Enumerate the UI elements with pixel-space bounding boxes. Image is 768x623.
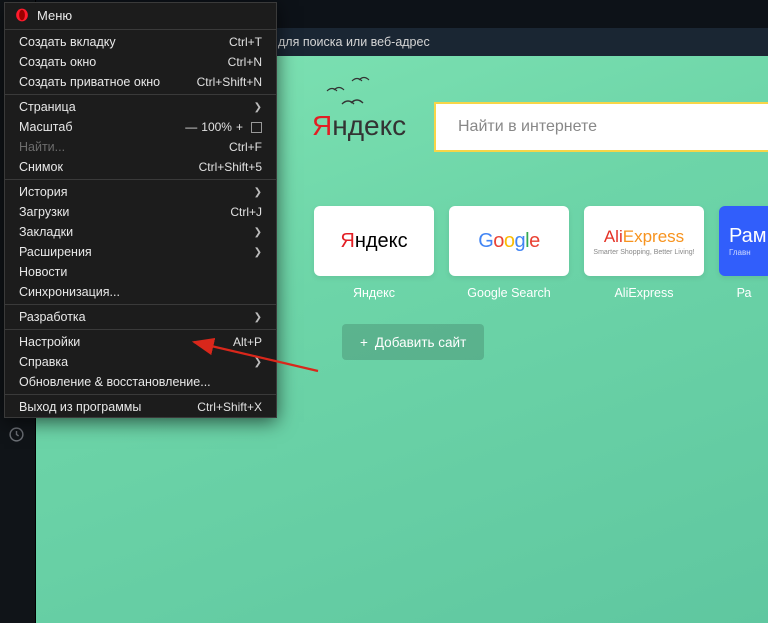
chevron-right-icon: ❯ <box>254 227 262 238</box>
tile-rambler[interactable]: Рам Главн Ра <box>719 206 768 300</box>
tile-label: Google Search <box>467 286 550 300</box>
add-site-label: Добавить сайт <box>375 335 466 350</box>
speed-dial-tiles: Яндекс Яндекс Google Google Search AliEx… <box>314 206 768 300</box>
tile-google[interactable]: Google Google Search <box>449 206 569 300</box>
menu-item-создать-приватное-окно[interactable]: Создать приватное окноCtrl+Shift+N <box>5 72 276 92</box>
tile-aliexpress[interactable]: AliExpress Smarter Shopping, Better Livi… <box>584 206 704 300</box>
yandex-logo: Яндекс <box>312 110 406 142</box>
menu-header: Меню <box>5 3 276 27</box>
fullscreen-icon <box>251 122 262 133</box>
opera-icon <box>15 8 29 22</box>
chevron-right-icon: ❯ <box>254 187 262 198</box>
tile-label: Яндекс <box>353 286 395 300</box>
history-clock-icon[interactable] <box>8 426 25 446</box>
menu-item-расширения[interactable]: Расширения❯ <box>5 242 276 262</box>
menu-item-разработка[interactable]: Разработка❯ <box>5 307 276 327</box>
chevron-right-icon: ❯ <box>254 247 262 258</box>
search-input[interactable]: Найти в интернете <box>434 102 768 152</box>
menu-item-загрузки[interactable]: ЗагрузкиCtrl+J <box>5 202 276 222</box>
menu-item-закладки[interactable]: Закладки❯ <box>5 222 276 242</box>
menu-item-снимок[interactable]: СнимокCtrl+Shift+5 <box>5 157 276 177</box>
tile-label: Ра <box>737 286 752 300</box>
menu-item-создать-окно[interactable]: Создать окноCtrl+N <box>5 52 276 72</box>
chevron-right-icon: ❯ <box>254 102 262 113</box>
tile-yandex[interactable]: Яндекс Яндекс <box>314 206 434 300</box>
menu-item-выход-из-программы[interactable]: Выход из программыCtrl+Shift+X <box>5 397 276 417</box>
menu-item-страница[interactable]: Страница❯ <box>5 97 276 117</box>
search-placeholder: Найти в интернете <box>458 118 597 136</box>
add-site-button[interactable]: + Добавить сайт <box>342 324 484 360</box>
menu-item-история[interactable]: История❯ <box>5 182 276 202</box>
tile-label: AliExpress <box>614 286 673 300</box>
menu-item-масштаб[interactable]: Масштаб— 100% + <box>5 117 276 137</box>
annotation-arrow <box>188 336 328 376</box>
menu-item-создать-вкладку[interactable]: Создать вкладкуCtrl+T <box>5 32 276 52</box>
plus-icon: + <box>360 335 368 350</box>
address-placeholder: для поиска или веб-адрес <box>278 35 430 49</box>
menu-item-синхронизация-[interactable]: Синхронизация... <box>5 282 276 302</box>
menu-item-найти-: Найти...Ctrl+F <box>5 137 276 157</box>
menu-item-новости[interactable]: Новости <box>5 262 276 282</box>
chevron-right-icon: ❯ <box>254 312 262 323</box>
